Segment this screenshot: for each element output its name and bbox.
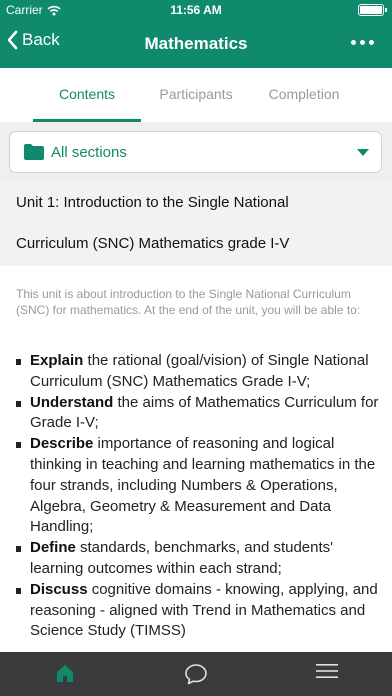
tab-completion[interactable]: Completion [256, 68, 352, 122]
objective-item: Define standards, benchmarks, and studen… [16, 538, 380, 580]
objective-item: Explain the rational (goal/vision) of Si… [16, 351, 380, 393]
unit-header: Unit 1: Introduction to the Single Natio… [0, 182, 392, 266]
tab-bar: Contents Participants Completion [0, 68, 392, 122]
home-button[interactable] [0, 652, 130, 696]
bullet-icon [16, 400, 21, 407]
chat-icon [185, 664, 207, 685]
bullet-icon [16, 442, 21, 449]
section-dropdown[interactable]: All sections [9, 131, 382, 173]
tab-participants[interactable]: Participants [148, 68, 244, 122]
section-picker-area: All sections [0, 122, 392, 182]
more-options-icon[interactable] [351, 40, 374, 45]
status-bar: Carrier 11:56 AM [0, 0, 392, 20]
objective-verb: Describe [30, 435, 94, 453]
section-dropdown-value: All sections [51, 144, 127, 161]
messages-button[interactable] [131, 652, 261, 696]
screen: Carrier 11:56 AM Back Mathematics Conten… [0, 0, 392, 696]
objective-verb: Discuss [30, 580, 88, 598]
objective-verb: Explain [30, 352, 84, 369]
app-header: Carrier 11:56 AM Back Mathematics [0, 0, 392, 68]
menu-icon [316, 664, 338, 678]
objective-verb: Understand [30, 393, 114, 411]
battery-icon [358, 4, 387, 16]
page-title: Mathematics [144, 34, 248, 53]
nav-bar: Back Mathematics [0, 20, 392, 68]
folder-icon [24, 144, 44, 160]
objective-text: standards, benchmarks, and students' lea… [30, 539, 334, 577]
objective-verb: Define [30, 539, 76, 557]
clock: 11:56 AM [170, 3, 222, 17]
unit-title-line-1: Unit 1: Introduction to the Single Natio… [16, 194, 289, 211]
caret-down-icon [357, 149, 369, 156]
learning-objectives: Explain the rational (goal/vision) of Si… [16, 351, 380, 642]
home-icon [57, 665, 73, 682]
bottom-nav-bar [0, 652, 392, 696]
tab-contents[interactable]: Contents [33, 68, 141, 122]
bullet-icon [16, 546, 21, 553]
objective-item: Discuss cognitive domains - knowing, app… [16, 580, 380, 642]
objective-item: Describe importance of reasoning and log… [16, 434, 380, 538]
menu-button[interactable] [262, 652, 392, 696]
bullet-icon [16, 359, 21, 365]
unit-title-line-2: Curriculum (SNC) Mathematics grade I-V [16, 235, 290, 252]
objective-item: Understand the aims of Mathematics Curri… [16, 393, 380, 435]
unit-intro: This unit is about introduction to the S… [16, 287, 361, 317]
bullet-icon [16, 587, 21, 594]
